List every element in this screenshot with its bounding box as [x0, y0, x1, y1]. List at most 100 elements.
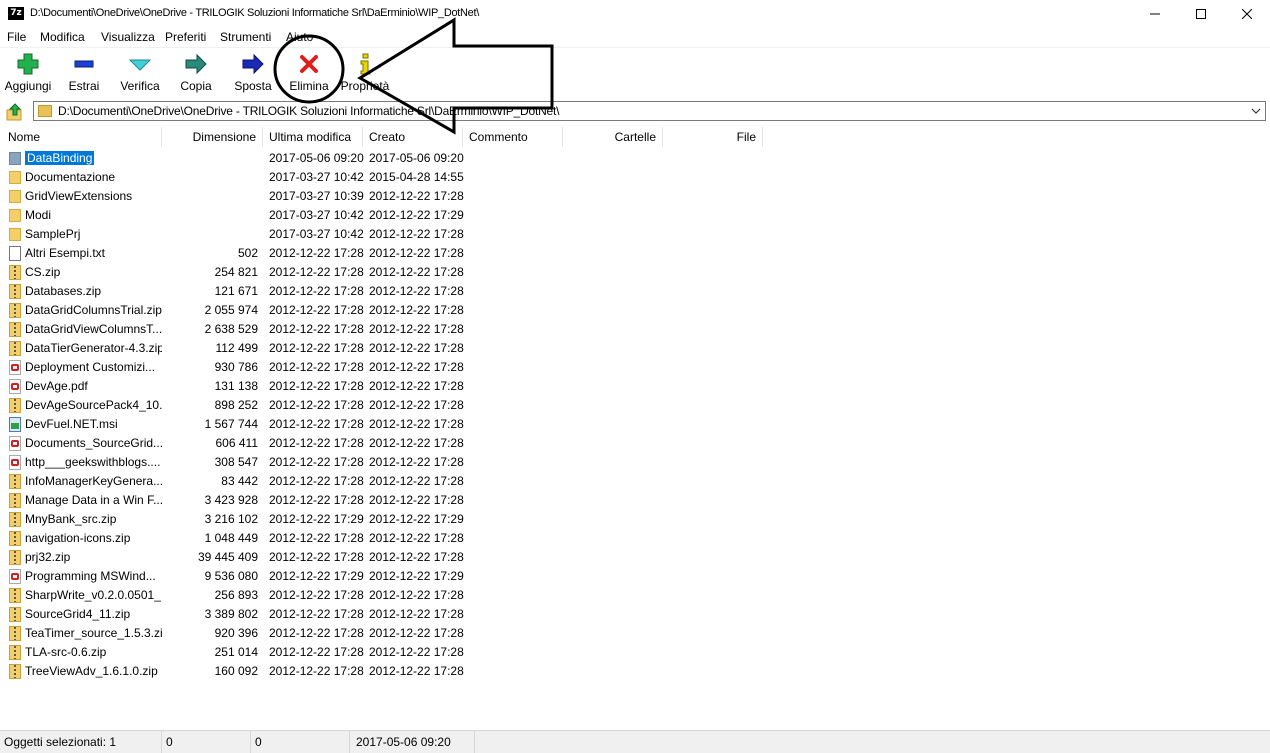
file-row[interactable]: Programming MSWind... 9 536 080 2012-12-22…	[0, 567, 1270, 586]
file-created: 2012-12-22 17:28	[369, 189, 464, 203]
copy-button[interactable]: Copia	[174, 48, 218, 96]
file-size: 121 671	[214, 284, 258, 298]
properties-button[interactable]: Proprietà	[338, 48, 392, 96]
file-modified: 2012-12-22 17:28	[269, 664, 364, 678]
file-modified: 2012-12-22 17:28	[269, 417, 364, 431]
column-header-created[interactable]: Creato	[363, 127, 463, 147]
msi-file-icon	[9, 417, 21, 432]
file-row[interactable]: Altri Esempi.txt 502 2012-12-22 17:28 2012-…	[0, 244, 1270, 263]
test-label: Verifica	[120, 79, 160, 93]
close-button[interactable]	[1224, 0, 1270, 27]
zip-file-icon	[9, 322, 21, 337]
extract-button[interactable]: Estrai	[62, 48, 106, 96]
file-created: 2012-12-22 17:28	[369, 341, 464, 355]
file-size	[162, 206, 258, 225]
file-size: 308 547	[214, 455, 258, 469]
file-row[interactable]: DataGridColumnsTrial.zip 2 055 974 2012-12…	[0, 301, 1270, 320]
minus-icon	[74, 60, 94, 68]
file-row[interactable]: prj32.zip 39 445 409 2012-12-22 17:28 2012-…	[0, 548, 1270, 567]
file-row[interactable]: DataTierGenerator-4.3.zip 112 499 2012-12-…	[0, 339, 1270, 358]
file-name: Databases.zip	[25, 284, 102, 298]
file-row[interactable]: SharpWrite_v0.2.0.0501_... 256 893 2012-12…	[0, 586, 1270, 605]
file-row[interactable]: MnyBank_src.zip 3 216 102 2012-12-22 17:29…	[0, 510, 1270, 529]
file-size: 112 499	[215, 341, 259, 355]
file-created: 2017-05-06 09:20	[369, 151, 464, 165]
file-name: CS.zip	[25, 265, 61, 279]
status-size: 0	[162, 731, 251, 753]
zip-file-icon	[9, 341, 21, 356]
maximize-button[interactable]	[1178, 0, 1224, 27]
file-row[interactable]: TLA-src-0.6.zip 251 014 2012-12-22 17:28 20…	[0, 643, 1270, 662]
file-row[interactable]: Databases.zip 121 671 2012-12-22 17:28 2012…	[0, 282, 1270, 301]
file-row[interactable]: http___geekswithblogs.... 308 547 2012-12-…	[0, 453, 1270, 472]
file-row[interactable]: Deployment Customizi... 930 786 2012-12-22…	[0, 358, 1270, 377]
menu-aiuto[interactable]: Aiuto	[286, 30, 313, 44]
menu-modifica[interactable]: Modifica	[40, 30, 85, 44]
zip-file-icon	[9, 588, 21, 603]
file-name: Documents_SourceGrid...	[25, 436, 162, 450]
file-name: InfoManagerKeyGenera...	[25, 474, 162, 488]
column-header-comment[interactable]: Commento	[463, 127, 563, 147]
file-name: DevFuel.NET.msi	[25, 417, 118, 431]
file-row[interactable]: TeaTimer_source_1.5.3.zip 920 396 2012-12-…	[0, 624, 1270, 643]
file-modified: 2012-12-22 17:28	[269, 531, 364, 545]
file-size: 502	[237, 246, 258, 260]
column-header-name[interactable]: Nome	[2, 127, 162, 147]
file-row[interactable]: GridViewExtensions 2017-03-27 10:39 2012-1…	[0, 187, 1270, 206]
file-row[interactable]: SamplePrj 2017-03-27 10:42 2012-12-22 17:2…	[0, 225, 1270, 244]
address-field[interactable]: D:\Documenti\OneDrive\OneDrive - TRILOGI…	[33, 101, 1266, 121]
file-row[interactable]: TreeViewAdv_1.6.1.0.zip 160 092 2012-12-22…	[0, 662, 1270, 681]
file-modified: 2012-12-22 17:28	[269, 360, 364, 374]
file-size: 920 396	[214, 626, 258, 640]
menu-strumenti[interactable]: Strumenti	[220, 30, 271, 44]
zip-file-icon	[9, 531, 21, 546]
zip-file-icon	[9, 493, 21, 508]
file-row[interactable]: DataGridViewColumnsT... 2 638 529 2012-12-…	[0, 320, 1270, 339]
file-row[interactable]: DevAge.pdf 131 138 2012-12-22 17:28 2012-12…	[0, 377, 1270, 396]
file-name: DataGridColumnsTrial.zip	[25, 303, 162, 317]
pdf-file-icon	[9, 569, 21, 584]
pdf-file-icon	[9, 379, 21, 394]
column-header-modified[interactable]: Ultima modifica	[263, 127, 363, 147]
file-name: prj32.zip	[25, 550, 71, 564]
add-button[interactable]: Aggiungi	[0, 48, 56, 96]
file-row[interactable]: Modi 2017-03-27 10:42 2012-12-22 17:29	[0, 206, 1270, 225]
close-icon	[1242, 8, 1252, 19]
delete-button[interactable]: Elimina	[285, 48, 333, 96]
column-header-size[interactable]: Dimensione	[162, 127, 263, 147]
move-button[interactable]: Sposta	[230, 48, 276, 96]
file-row[interactable]: SourceGrid4_11.zip 3 389 802 2012-12-22 17…	[0, 605, 1270, 624]
menu-preferiti[interactable]: Preferiti	[165, 30, 206, 44]
chevron-down-icon[interactable]	[1251, 106, 1261, 116]
file-created: 2012-12-22 17:28	[369, 246, 464, 260]
test-button[interactable]: Verifica	[116, 48, 164, 96]
file-name: DevAgeSourcePack4_10...	[25, 398, 162, 412]
zip-file-icon	[9, 550, 21, 565]
file-row[interactable]: Documentazione 2017-03-27 10:42 2015-04-28…	[0, 168, 1270, 187]
zip-file-icon	[9, 664, 21, 679]
minimize-button[interactable]	[1132, 0, 1178, 27]
menu-visualizza[interactable]: Visualizza	[101, 30, 155, 44]
status-selected-count: Oggetti selezionati: 1	[0, 731, 162, 753]
file-row[interactable]: Manage Data in a Win F... 3 423 928 2012-1…	[0, 491, 1270, 510]
file-row[interactable]: DevAgeSourcePack4_10... 898 252 2012-12-22…	[0, 396, 1270, 415]
file-row[interactable]: DevFuel.NET.msi 1 567 744 2012-12-22 17:28…	[0, 415, 1270, 434]
file-created: 2012-12-22 17:28	[369, 645, 464, 659]
file-row[interactable]: InfoManagerKeyGenera... 83 442 2012-12-22 …	[0, 472, 1270, 491]
folder-icon	[9, 209, 21, 222]
file-name: DataBinding	[25, 149, 162, 168]
column-header-folders[interactable]: Cartelle	[563, 127, 663, 147]
file-created: 2012-12-22 17:28	[369, 398, 464, 412]
file-name: DevAge.pdf	[25, 379, 88, 393]
file-row[interactable]: navigation-icons.zip 1 048 449 2012-12-22 …	[0, 529, 1270, 548]
file-row[interactable]: DataBinding 2017-05-06 09:20 2017-05-06 09…	[0, 149, 1270, 168]
folder-up-icon[interactable]	[6, 103, 24, 121]
menu-file[interactable]: File	[7, 30, 26, 44]
file-size: 254 821	[214, 265, 258, 279]
file-row[interactable]: Documents_SourceGrid... 606 411 2012-12-22…	[0, 434, 1270, 453]
file-list: DataBinding 2017-05-06 09:20 2017-05-06 09…	[0, 149, 1270, 681]
column-header-files[interactable]: File	[663, 127, 763, 147]
file-row[interactable]: CS.zip 254 821 2012-12-22 17:28 2012-12-22 …	[0, 263, 1270, 282]
file-size: 606 411	[215, 436, 259, 450]
file-created: 2012-12-22 17:28	[369, 607, 464, 621]
